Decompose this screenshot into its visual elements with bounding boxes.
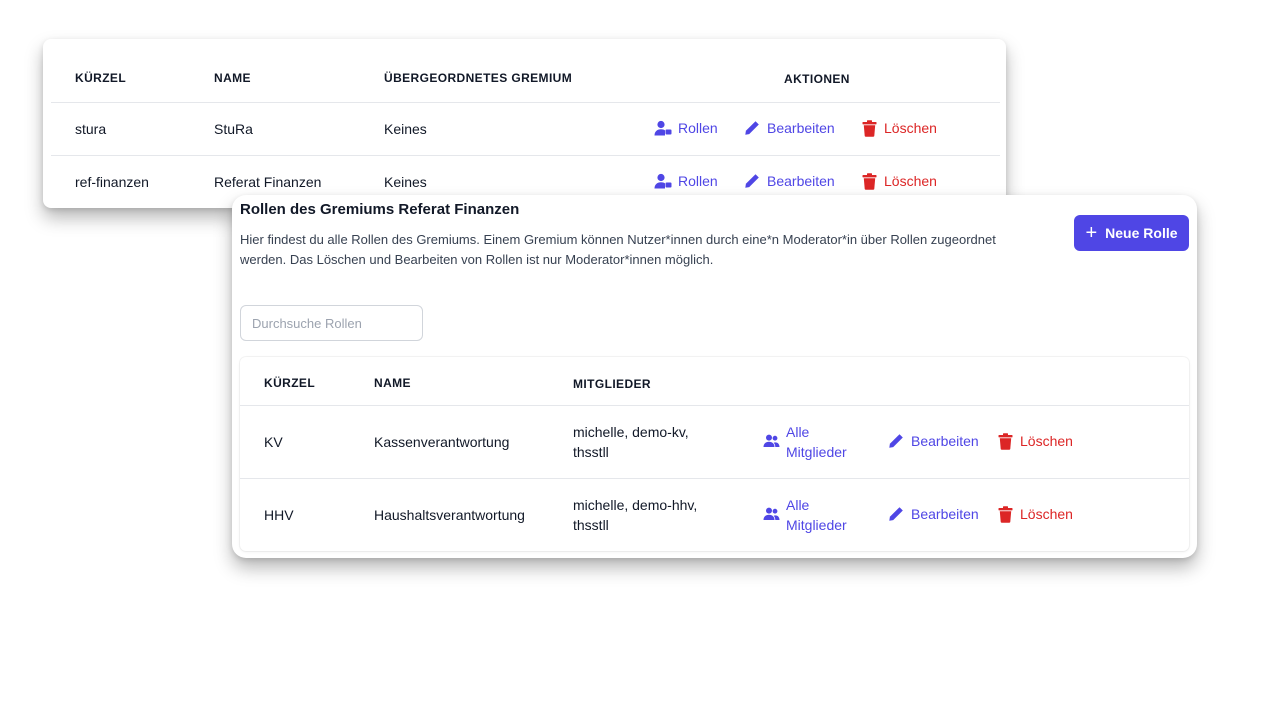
trash-icon: [996, 505, 1014, 523]
cell-name: Haushaltsverantwortung: [374, 507, 525, 523]
col-header-name: NAME: [374, 376, 411, 390]
edit-button[interactable]: Bearbeiten: [743, 172, 835, 190]
all-members-button[interactable]: Alle Mitglieder: [762, 422, 847, 462]
roles-button[interactable]: Rollen: [654, 119, 718, 137]
pencil-icon: [743, 119, 761, 137]
members-line: michelle, demo-kv,: [573, 424, 689, 440]
roles-label: Rollen: [678, 120, 718, 136]
pencil-icon: [887, 432, 905, 450]
gremien-card: KÜRZEL NAME ÜBERGEORDNETES GREMIUM AKTIO…: [43, 39, 1006, 208]
panel-title: Rollen des Gremiums Referat Finanzen: [240, 201, 520, 218]
pencil-icon: [887, 505, 905, 523]
delete-label: Löschen: [884, 120, 937, 136]
edit-label: Bearbeiten: [911, 433, 979, 449]
col-header-kuerzel: KÜRZEL: [75, 71, 127, 85]
new-role-button[interactable]: + Neue Rolle: [1074, 215, 1189, 251]
col-header-parent: ÜBERGEORDNETES GREMIUM: [384, 71, 573, 85]
all-members-label: Alle Mitglieder: [786, 422, 847, 462]
cell-parent: Keines: [384, 121, 427, 137]
cell-parent: Keines: [384, 174, 427, 190]
delete-label: Löschen: [1020, 506, 1073, 522]
col-header-actions: AKTIONEN: [784, 72, 850, 86]
edit-button[interactable]: Bearbeiten: [743, 119, 835, 137]
delete-button[interactable]: Löschen: [860, 172, 937, 190]
roles-panel: Rollen des Gremiums Referat Finanzen Hie…: [232, 195, 1197, 558]
header-divider: [240, 405, 1189, 406]
col-header-kuerzel: KÜRZEL: [264, 376, 316, 390]
cell-kuerzel: HHV: [264, 507, 294, 523]
members-line: thsstll: [573, 444, 609, 460]
row-divider: [51, 155, 1000, 156]
all-members-line: Alle: [786, 424, 810, 440]
users-icon: [762, 505, 780, 523]
trash-icon: [860, 172, 878, 190]
all-members-line: Mitglieder: [786, 517, 847, 533]
user-tag-icon: [654, 119, 672, 137]
header-divider: [51, 102, 1000, 103]
edit-button[interactable]: Bearbeiten: [887, 505, 979, 523]
edit-label: Bearbeiten: [767, 120, 835, 136]
row-divider: [240, 478, 1189, 479]
new-role-label: Neue Rolle: [1105, 225, 1178, 241]
edit-label: Bearbeiten: [911, 506, 979, 522]
pencil-icon: [743, 172, 761, 190]
cell-kuerzel: KV: [264, 434, 283, 450]
roles-button[interactable]: Rollen: [654, 172, 718, 190]
cell-members: michelle, demo-hhv, thsstll: [573, 495, 697, 535]
user-tag-icon: [654, 172, 672, 190]
plus-icon: +: [1085, 222, 1098, 244]
trash-icon: [860, 119, 878, 137]
users-icon: [762, 432, 780, 450]
col-header-members: MITGLIEDER: [573, 377, 651, 391]
search-input[interactable]: [240, 305, 423, 341]
cell-name: Kassenverantwortung: [374, 434, 510, 450]
cell-kuerzel: stura: [75, 121, 107, 137]
edit-label: Bearbeiten: [767, 173, 835, 189]
roles-table: KÜRZEL NAME MITGLIEDER KV Kassenverantwo…: [240, 357, 1189, 551]
all-members-button[interactable]: Alle Mitglieder: [762, 495, 847, 535]
all-members-label: Alle Mitglieder: [786, 495, 847, 535]
cell-name: Referat Finanzen: [214, 174, 322, 190]
members-line: thsstll: [573, 517, 609, 533]
edit-button[interactable]: Bearbeiten: [887, 432, 979, 450]
cell-name: StuRa: [214, 121, 253, 137]
delete-button[interactable]: Löschen: [996, 505, 1073, 523]
delete-button[interactable]: Löschen: [860, 119, 937, 137]
panel-description: Hier findest du alle Rollen des Gremiums…: [240, 232, 996, 267]
delete-label: Löschen: [884, 173, 937, 189]
col-header-name: NAME: [214, 71, 251, 85]
all-members-line: Mitglieder: [786, 444, 847, 460]
roles-label: Rollen: [678, 173, 718, 189]
cell-members: michelle, demo-kv, thsstll: [573, 422, 689, 462]
delete-button[interactable]: Löschen: [996, 432, 1073, 450]
trash-icon: [996, 432, 1014, 450]
delete-label: Löschen: [1020, 433, 1073, 449]
all-members-line: Alle: [786, 497, 810, 513]
members-line: michelle, demo-hhv,: [573, 497, 698, 513]
cell-kuerzel: ref-finanzen: [75, 174, 149, 190]
